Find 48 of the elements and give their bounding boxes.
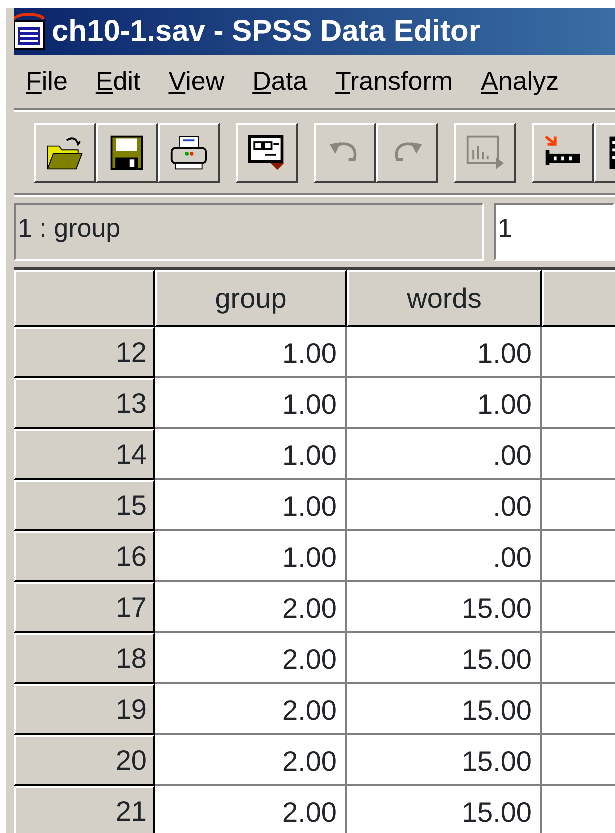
printer-button[interactable] [158, 122, 220, 182]
menu-item[interactable]: View [154, 62, 239, 101]
table-cell: 1.00 [155, 378, 347, 429]
table-cell: 1.00 [155, 327, 347, 378]
menu-item[interactable]: Transform [322, 62, 468, 101]
row-header[interactable]: 12 [14, 327, 155, 378]
app-icon [14, 10, 48, 52]
insert-row-button[interactable] [532, 122, 594, 182]
table-cell: 15.00 [347, 786, 542, 833]
row-header[interactable]: 19 [14, 684, 155, 735]
menu-item[interactable]: Data [238, 62, 322, 101]
menu-item[interactable]: File [14, 62, 82, 101]
column-header[interactable] [542, 270, 615, 327]
row-header[interactable]: 16 [14, 531, 155, 582]
column-header[interactable]: words [347, 270, 542, 327]
dialog-window-button[interactable] [236, 122, 298, 182]
table-cell: 1.00 [347, 327, 542, 378]
floppy-disk-button[interactable] [96, 122, 158, 182]
table-cell: .00 [347, 480, 542, 531]
table-cell: 2.00 [155, 684, 347, 735]
row-header[interactable]: 15 [14, 480, 155, 531]
row-header[interactable]: 14 [14, 429, 155, 480]
table-cell: 1.00 [155, 531, 347, 582]
row-header[interactable]: 18 [14, 633, 155, 684]
table-cell: 15.00 [347, 582, 542, 633]
table-cell: 1.00 [347, 378, 542, 429]
window-title: ch10-1.sav - SPSS Data Editor [52, 14, 480, 50]
table-cell: 2.00 [155, 633, 347, 684]
menu-item[interactable]: Analyz [467, 62, 574, 101]
table-cell: 2.00 [155, 786, 347, 833]
table-cell: 2.00 [155, 582, 347, 633]
row-header[interactable]: 17 [14, 582, 155, 633]
row-header[interactable]: 13 [14, 378, 155, 429]
table-cell: 1.00 [155, 429, 347, 480]
table-cell: .00 [347, 531, 542, 582]
row-header[interactable]: 20 [14, 735, 155, 786]
table-cell: .00 [347, 429, 542, 480]
column-header[interactable]: group [155, 270, 347, 327]
menu-item[interactable]: Edit [82, 62, 155, 101]
cell-value-field[interactable]: 1 [494, 203, 615, 261]
cell-reference-field: 1 : group [14, 203, 484, 261]
open-folder-button[interactable] [34, 122, 96, 182]
table-cell: 2.00 [155, 735, 347, 786]
table-cell: 15.00 [347, 735, 542, 786]
table-cell: 15.00 [347, 633, 542, 684]
row-header[interactable]: 21 [14, 786, 155, 833]
table-cell: 15.00 [347, 684, 542, 735]
table-cell: 1.00 [155, 480, 347, 531]
